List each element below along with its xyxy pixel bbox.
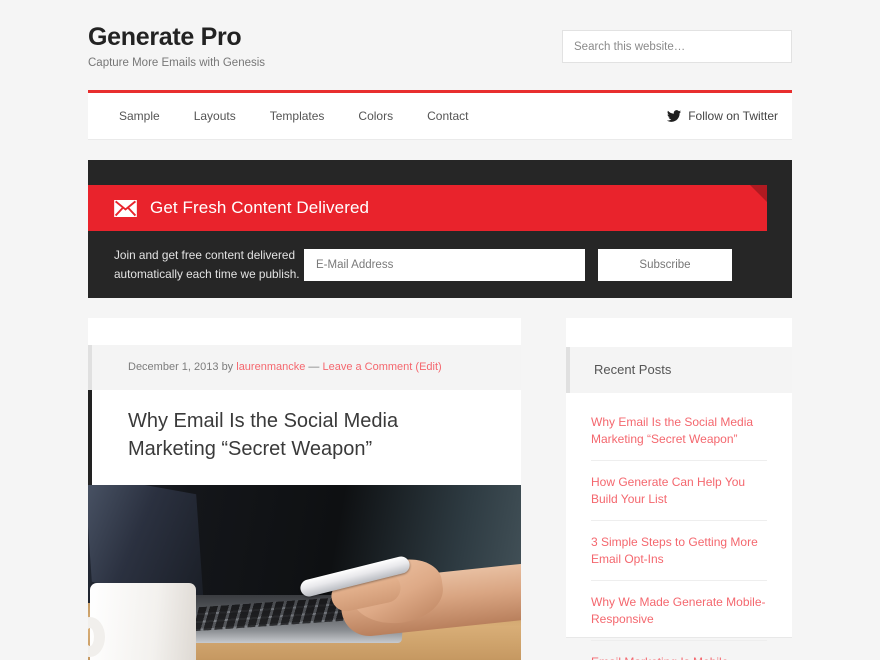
optin-banner: Get Fresh Content Delivered Join and get…	[88, 160, 792, 298]
envelope-icon	[114, 199, 137, 217]
nav-item-contact[interactable]: Contact	[410, 93, 485, 139]
widget-header: Recent Posts	[566, 347, 792, 393]
post-comments-link[interactable]: Leave a Comment (Edit)	[322, 361, 441, 373]
optin-ribbon: Get Fresh Content Delivered	[88, 185, 767, 231]
photo-mug	[90, 583, 196, 660]
list-item: How Generate Can Help You Build Your Lis…	[591, 461, 767, 521]
nav-menu: Sample Layouts Templates Colors Contact	[102, 93, 485, 139]
entry-meta: December 1, 2013 by laurenmancke — Leave…	[88, 345, 521, 390]
recent-posts-list: Why Email Is the Social Media Marketing …	[566, 393, 792, 660]
nav-item-colors[interactable]: Colors	[341, 93, 410, 139]
site-title[interactable]: Generate Pro	[88, 22, 265, 52]
entry-title-block: Why Email Is the Social Media Marketing …	[88, 390, 521, 485]
list-item: Why Email Is the Social Media Marketing …	[591, 401, 767, 461]
twitter-icon	[667, 110, 682, 122]
optin-form-area: Join and get free content delivered auto…	[88, 231, 792, 298]
post-by-label: by	[221, 361, 234, 373]
recent-post-link-3[interactable]: 3 Simple Steps to Getting More Email Opt…	[591, 521, 767, 580]
nav-item-sample[interactable]: Sample	[102, 93, 177, 139]
ribbon-fold-corner	[750, 185, 767, 202]
site-description: Capture More Emails with Genesis	[88, 57, 266, 69]
recent-post-link-5[interactable]: Email Marketing Is Mobile Marketing	[591, 641, 767, 660]
follow-on-twitter-label: Follow on Twitter	[688, 109, 778, 123]
widget-title: Recent Posts	[594, 362, 672, 377]
subscribe-button[interactable]: Subscribe	[598, 248, 732, 281]
optin-description: Join and get free content delivered auto…	[114, 247, 300, 281]
nav-item-layouts[interactable]: Layouts	[177, 93, 253, 139]
post-title[interactable]: Why Email Is the Social Media Marketing …	[128, 407, 491, 463]
entry-meta-line: December 1, 2013 by laurenmancke — Leave…	[128, 361, 442, 373]
search-form[interactable]	[562, 30, 792, 63]
title-area: Generate Pro Capture More Emails with Ge…	[88, 22, 265, 70]
list-item: 3 Simple Steps to Getting More Email Opt…	[591, 521, 767, 581]
optin-title: Get Fresh Content Delivered	[150, 198, 370, 217]
email-input[interactable]	[304, 248, 585, 281]
nav-item-templates[interactable]: Templates	[253, 93, 342, 139]
featured-image-artwork	[88, 485, 521, 660]
recent-post-link-4[interactable]: Why We Made Generate Mobile-Responsive	[591, 581, 767, 640]
list-item: Email Marketing Is Mobile Marketing	[591, 641, 767, 660]
primary-navigation: Sample Layouts Templates Colors Contact …	[88, 90, 792, 139]
recent-post-link-2[interactable]: How Generate Can Help You Build Your Lis…	[591, 461, 767, 520]
list-item: Why We Made Generate Mobile-Responsive	[591, 581, 767, 641]
post-author-link[interactable]: laurenmancke	[236, 361, 305, 373]
meta-separator: —	[308, 361, 320, 373]
site-header: Generate Pro Capture More Emails with Ge…	[88, 0, 792, 88]
post-date: December 1, 2013	[128, 361, 219, 373]
recent-post-link-1[interactable]: Why Email Is the Social Media Marketing …	[591, 401, 767, 460]
sidebar: Recent Posts Why Email Is the Social Med…	[566, 318, 792, 660]
main-content: December 1, 2013 by laurenmancke — Leave…	[88, 318, 521, 660]
follow-on-twitter-link[interactable]: Follow on Twitter	[667, 109, 792, 123]
page-root: Generate Pro Capture More Emails with Ge…	[0, 0, 880, 660]
search-input[interactable]	[563, 31, 791, 62]
featured-image[interactable]	[88, 485, 521, 660]
